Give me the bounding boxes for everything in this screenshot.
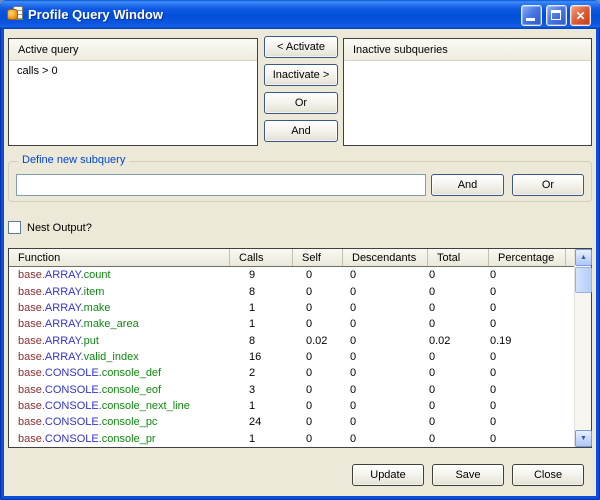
scroll-up-button[interactable]: ▲ <box>575 249 592 266</box>
maximize-icon <box>551 10 561 20</box>
close-icon: ✕ <box>571 6 590 25</box>
nest-output-label[interactable]: Nest Output? <box>27 221 92 235</box>
scroll-down-button[interactable]: ▼ <box>575 430 592 447</box>
table-row[interactable]: base.CONSOLE.console_pr10000 <box>9 431 574 447</box>
table-row[interactable]: base.ARRAY.make10000 <box>9 300 574 316</box>
profiler-badge-icon <box>7 9 18 20</box>
nest-output-checkbox[interactable] <box>8 221 21 234</box>
window-title: Profile Query Window <box>28 0 163 29</box>
column-header-function[interactable]: Function <box>9 249 229 266</box>
table-row[interactable]: base.CONSOLE.console_pc240000 <box>9 414 574 430</box>
column-header-percentage[interactable]: Percentage <box>488 249 565 266</box>
minimize-icon <box>526 18 535 21</box>
column-header-descendants[interactable]: Descendants <box>342 249 427 266</box>
inactive-subqueries-header: Inactive subqueries <box>344 39 591 61</box>
vertical-scrollbar[interactable]: ▲ ▼ <box>574 249 591 447</box>
table-row[interactable]: base.ARRAY.make_area10000 <box>9 316 574 332</box>
scrollbar-thumb[interactable] <box>575 267 592 293</box>
update-button[interactable]: Update <box>352 464 424 486</box>
save-button[interactable]: Save <box>432 464 504 486</box>
subquery-input[interactable] <box>16 174 426 196</box>
maximize-button[interactable] <box>546 5 567 26</box>
or-transfer-button[interactable]: Or <box>264 92 338 114</box>
column-header-total[interactable]: Total <box>427 249 488 266</box>
table-body: base.ARRAY.count90000base.ARRAY.item8000… <box>9 267 574 447</box>
scroll-up-icon: ▲ <box>580 254 587 261</box>
active-query-item[interactable]: calls > 0 <box>9 61 257 77</box>
table-row[interactable]: base.ARRAY.count90000 <box>9 267 574 283</box>
activate-button[interactable]: < Activate <box>264 36 338 58</box>
table-row[interactable]: base.ARRAY.valid_index160000 <box>9 349 574 365</box>
inactive-subqueries-panel: Inactive subqueries <box>343 38 592 146</box>
active-query-header: Active query <box>9 39 257 61</box>
column-header-self[interactable]: Self <box>292 249 342 266</box>
or-subquery-button[interactable]: Or <box>512 174 584 196</box>
scroll-down-icon: ▼ <box>580 435 587 442</box>
titlebar: Profile Query Window ✕ <box>0 0 600 29</box>
define-subquery-legend: Define new subquery <box>18 154 129 166</box>
active-query-panel: Active query calls > 0 <box>8 38 258 146</box>
table-row[interactable]: base.CONSOLE.console_next_line10000 <box>9 398 574 414</box>
column-header-calls[interactable]: Calls <box>229 249 292 266</box>
table-row[interactable]: base.CONSOLE.console_eof30000 <box>9 382 574 398</box>
and-transfer-button[interactable]: And <box>264 120 338 142</box>
and-subquery-button[interactable]: And <box>431 174 504 196</box>
close-dialog-button[interactable]: Close <box>512 464 584 486</box>
inactivate-button[interactable]: Inactivate > <box>264 64 338 86</box>
table-header-row: Function Calls Self Descendants Total Pe… <box>9 249 591 267</box>
profile-results-table: Function Calls Self Descendants Total Pe… <box>8 248 592 448</box>
table-row[interactable]: base.CONSOLE.console_def20000 <box>9 365 574 381</box>
table-row[interactable]: base.ARRAY.item80000 <box>9 283 574 299</box>
app-icon <box>7 6 23 22</box>
minimize-button[interactable] <box>521 5 542 26</box>
close-button[interactable]: ✕ <box>570 5 591 26</box>
table-row[interactable]: base.ARRAY.put80.0200.020.19 <box>9 332 574 348</box>
profile-query-window: Profile Query Window ✕ Active query call… <box>0 0 600 500</box>
